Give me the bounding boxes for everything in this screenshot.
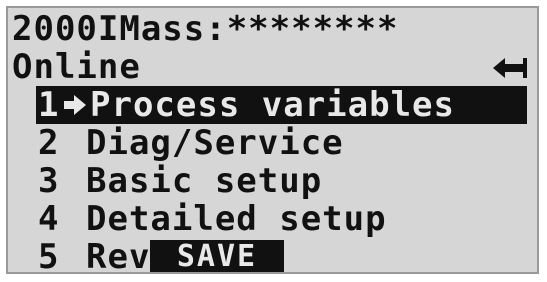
menu-item-label: Diag/Service bbox=[86, 123, 344, 163]
save-softkey-button[interactable]: SAVE bbox=[150, 240, 284, 272]
menu-item-number: 4 bbox=[38, 199, 60, 239]
status-row: Online bbox=[8, 48, 537, 86]
lcd-screen: 2000IMass:******** Online 1 Process vari… bbox=[6, 6, 539, 274]
menu-item-basic-setup[interactable]: 3 Basic setup bbox=[8, 162, 537, 200]
menu-item-detailed-setup[interactable]: 4 Detailed setup bbox=[8, 200, 537, 238]
device-title: 2000IMass:******** bbox=[12, 9, 399, 49]
menu-item-number: 2 bbox=[38, 123, 60, 163]
menu-item-number: 3 bbox=[38, 161, 60, 201]
menu-item-label: Detailed setup bbox=[86, 199, 387, 239]
menu-item-diag-service[interactable]: 2 Diag/Service bbox=[8, 124, 537, 162]
menu-item-label: Basic setup bbox=[86, 161, 323, 201]
menu-item-process-variables[interactable]: 1 Process variables bbox=[36, 86, 527, 124]
connection-status: Online bbox=[12, 47, 141, 87]
menu-item-number: 5 bbox=[38, 237, 60, 274]
back-arrow-icon[interactable] bbox=[493, 58, 527, 78]
selection-arrow-icon bbox=[64, 95, 86, 115]
device-title-row: 2000IMass:******** bbox=[8, 10, 537, 48]
menu-item-number: 1 bbox=[38, 85, 60, 125]
menu-item-label: Process variables bbox=[90, 85, 455, 125]
